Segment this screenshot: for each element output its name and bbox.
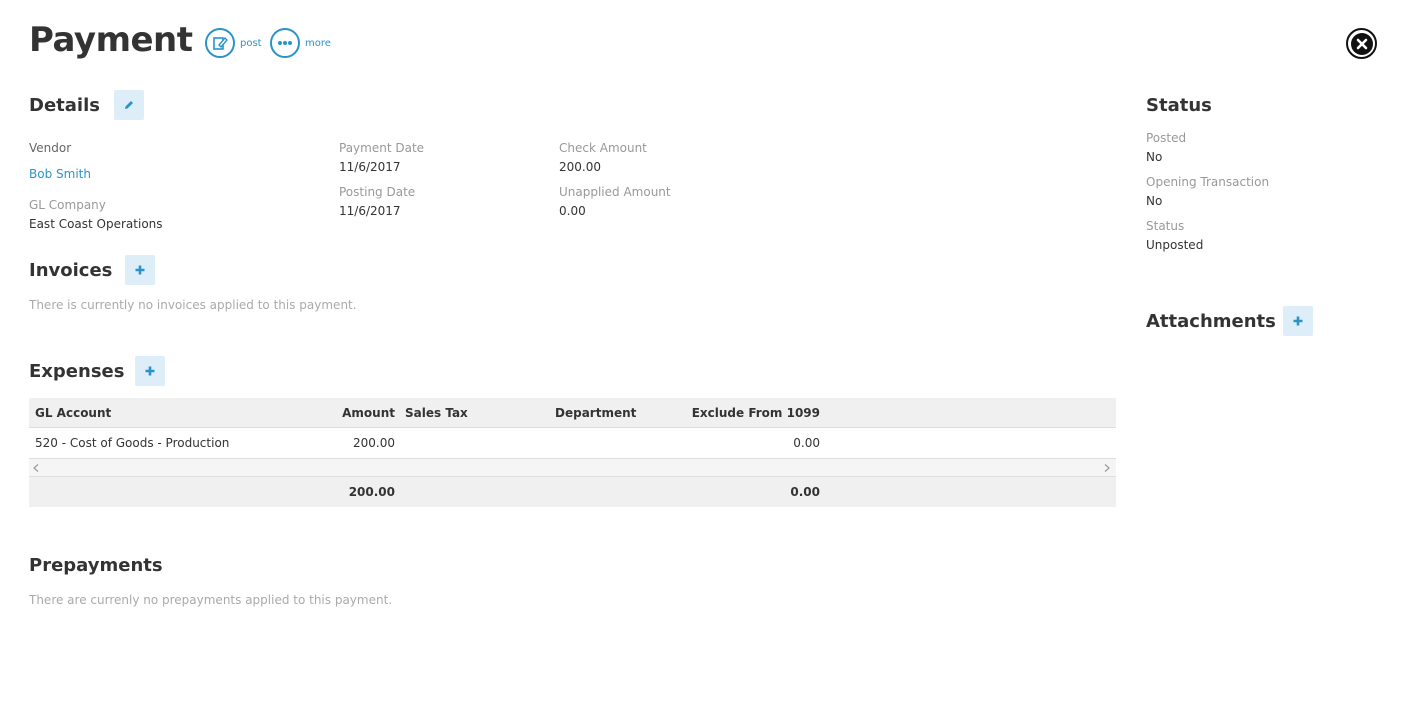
- check-amount-label: Check Amount: [559, 141, 647, 155]
- posting-date-value: 11/6/2017: [339, 204, 401, 218]
- vendor-label: Vendor: [29, 141, 72, 155]
- column-amount[interactable]: Amount: [289, 398, 395, 427]
- table-footer: 200.00 0.00: [29, 477, 1116, 507]
- column-gl-account[interactable]: GL Account: [35, 398, 111, 427]
- total-amount: 200.00: [348, 485, 395, 499]
- add-attachment-button[interactable]: [1283, 306, 1313, 336]
- table-header: GL Account Amount Sales Tax Department E…: [29, 398, 1116, 428]
- total-exclude-1099: 0.00: [790, 485, 820, 499]
- close-button[interactable]: [1346, 28, 1377, 59]
- posted-value: No: [1146, 150, 1163, 164]
- details-title: Details: [29, 95, 100, 116]
- vendor-link[interactable]: Bob Smith: [29, 167, 91, 181]
- more-button[interactable]: more: [270, 28, 331, 58]
- cell-amount: 200.00: [353, 436, 395, 450]
- check-amount-value: 200.00: [559, 160, 601, 174]
- more-label: more: [305, 37, 331, 49]
- edit-details-button[interactable]: [114, 90, 144, 120]
- add-invoice-button[interactable]: [125, 255, 155, 285]
- post-button[interactable]: post: [205, 28, 262, 58]
- posting-date-label: Posting Date: [339, 185, 416, 199]
- plus-icon: [145, 366, 155, 376]
- invoices-empty-text: There is currently no invoices applied t…: [29, 298, 357, 312]
- table-row[interactable]: 520 - Cost of Goods - Production 200.00 …: [29, 428, 1116, 459]
- close-icon: [1350, 32, 1373, 55]
- plus-icon: [1293, 316, 1303, 326]
- add-expense-button[interactable]: [135, 356, 165, 386]
- unapplied-amount-value: 0.00: [559, 204, 586, 218]
- scroll-right-icon[interactable]: [1104, 459, 1110, 476]
- status-value: Unposted: [1146, 238, 1204, 252]
- page-title: Payment: [29, 20, 193, 60]
- prepayments-title: Prepayments: [29, 555, 163, 576]
- invoices-title: Invoices: [29, 260, 113, 281]
- edit-icon: [205, 28, 235, 58]
- cell-gl-account: 520 - Cost of Goods - Production: [35, 436, 230, 450]
- attachments-title: Attachments: [1146, 311, 1276, 332]
- column-department[interactable]: Department: [555, 398, 636, 427]
- prepayments-empty-text: There are currenly no prepayments applie…: [29, 593, 393, 607]
- more-icon: [270, 28, 300, 58]
- unapplied-amount-label: Unapplied Amount: [559, 185, 671, 199]
- status-title: Status: [1146, 95, 1212, 116]
- opening-transaction-value: No: [1146, 194, 1163, 208]
- column-exclude-1099[interactable]: Exclude From 1099: [689, 398, 820, 427]
- cell-exclude-1099: 0.00: [793, 436, 820, 450]
- gl-company-value: East Coast Operations: [29, 217, 163, 231]
- horizontal-scrollbar[interactable]: [29, 459, 1116, 477]
- status-label: Status: [1146, 219, 1185, 233]
- scroll-left-icon[interactable]: [33, 459, 39, 476]
- payment-date-label: Payment Date: [339, 141, 425, 155]
- opening-transaction-label: Opening Transaction: [1146, 175, 1270, 189]
- pencil-icon: [125, 101, 133, 109]
- column-sales-tax[interactable]: Sales Tax: [405, 398, 468, 427]
- expenses-table: GL Account Amount Sales Tax Department E…: [29, 398, 1116, 507]
- expenses-title: Expenses: [29, 361, 125, 382]
- post-label: post: [240, 37, 262, 49]
- gl-company-label: GL Company: [29, 198, 106, 212]
- posted-label: Posted: [1146, 131, 1187, 145]
- payment-date-value: 11/6/2017: [339, 160, 401, 174]
- plus-icon: [135, 265, 145, 275]
